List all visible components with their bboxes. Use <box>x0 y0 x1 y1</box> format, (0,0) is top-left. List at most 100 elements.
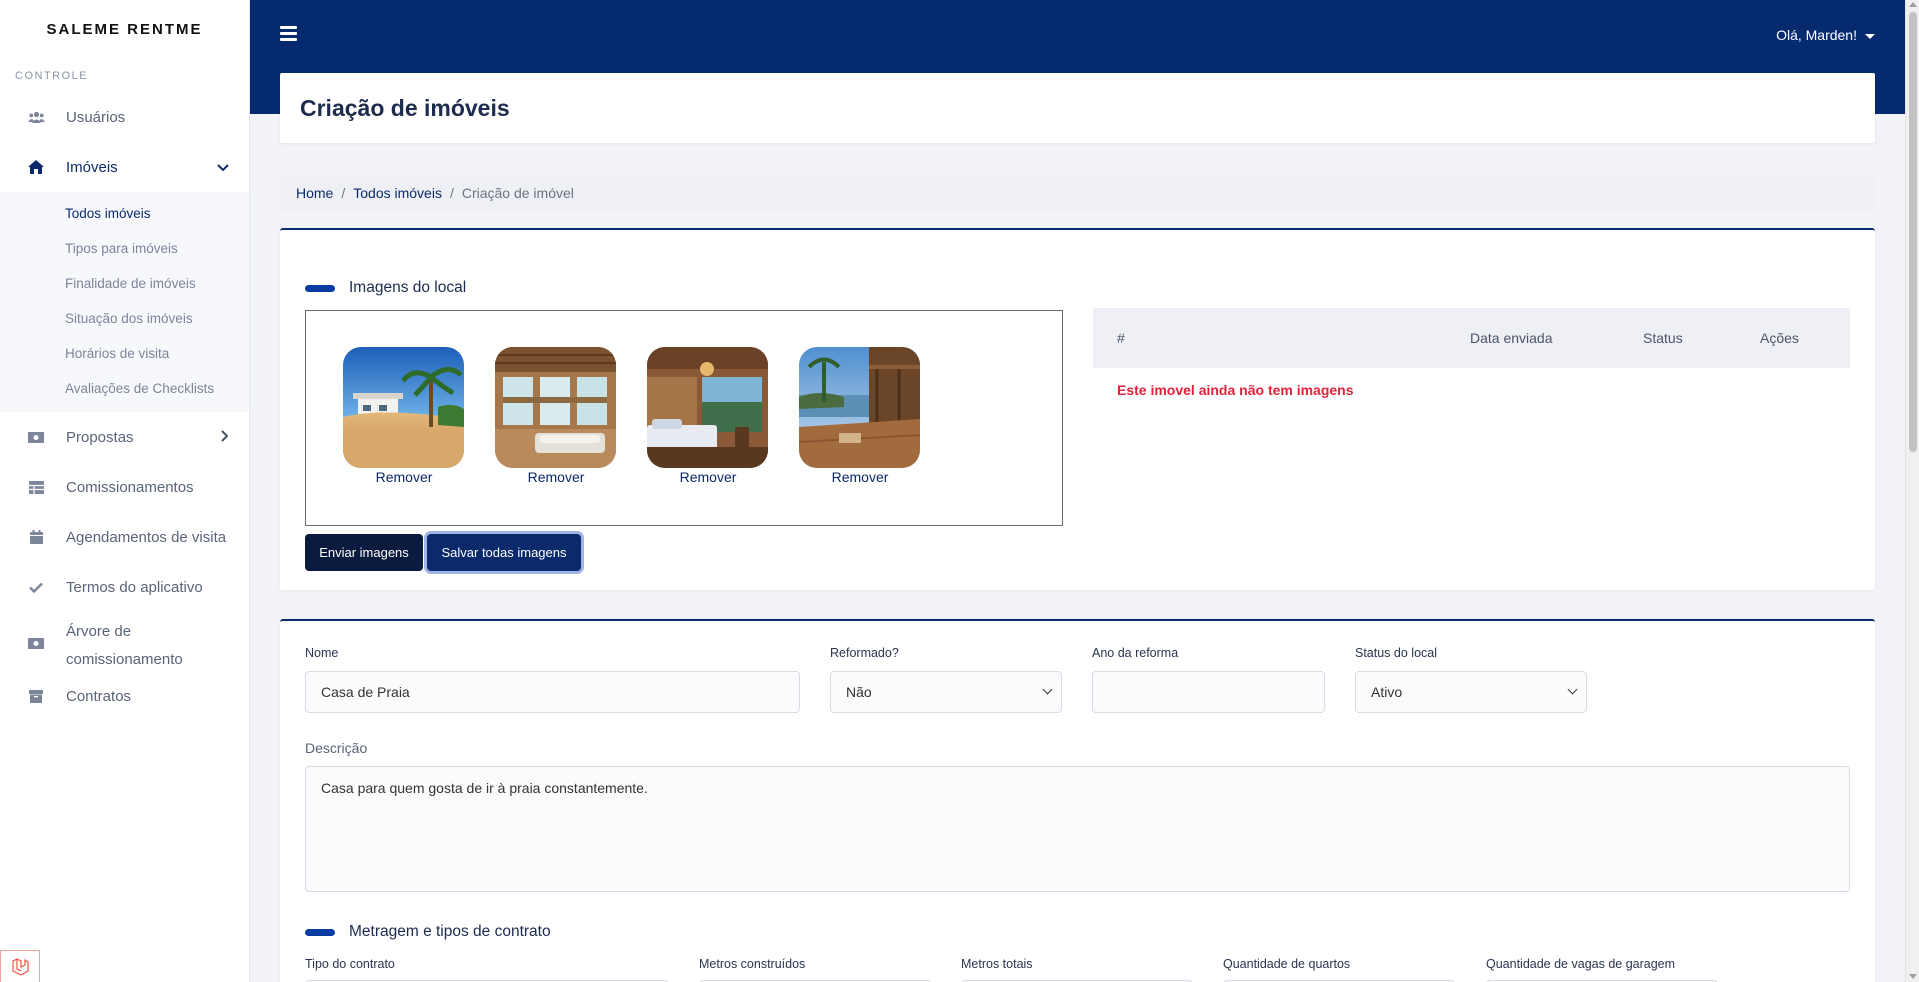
breadcrumb-todos-imoveis[interactable]: Todos imóveis <box>353 185 442 201</box>
veranda-image <box>495 347 616 468</box>
nome-input[interactable]: Casa de Praia <box>305 671 800 713</box>
scroll-down-arrow-icon[interactable] <box>1909 974 1917 979</box>
breadcrumb-home[interactable]: Home <box>296 185 333 201</box>
users-icon <box>27 108 45 126</box>
user-greeting: Olá, Marden! <box>1776 27 1857 43</box>
money-icon <box>27 428 45 446</box>
image-thumbnail: Remover <box>343 347 465 485</box>
table-header-row: # Data enviada Status Ações <box>1093 308 1850 368</box>
remove-image-link[interactable]: Remover <box>343 469 465 485</box>
calendar-icon <box>27 528 45 546</box>
images-card: Imagens do local Remover Remover Remover… <box>280 228 1875 590</box>
image-thumbnail: Remover <box>799 347 921 485</box>
image-dropzone[interactable]: Remover Remover Remover Remover <box>305 310 1063 526</box>
nome-label: Nome <box>305 646 339 660</box>
status-local-value: Ativo <box>1371 684 1403 700</box>
subnav-horarios[interactable]: Horários de visita <box>0 336 249 371</box>
metragem-section-label: Metragem e tipos de contrato <box>349 923 551 940</box>
vagas-label: Quantidade de vagas de garagem <box>1486 957 1676 971</box>
brand-logo[interactable]: SALEME RENTME <box>0 0 249 58</box>
image-thumbnail: Remover <box>647 347 769 485</box>
table-header-actions: Ações <box>1760 330 1799 346</box>
breadcrumb-separator: / <box>449 185 454 201</box>
sidebar-item-termos[interactable]: Termos do aplicativo <box>0 562 249 612</box>
sidebar-item-label: Comissionamentos <box>66 478 194 496</box>
image-thumbnail: Remover <box>495 347 617 485</box>
descricao-textarea[interactable]: Casa para quem gosta de ir à praia const… <box>305 766 1850 892</box>
subnav-situacao[interactable]: Situação dos imóveis <box>0 301 249 336</box>
property-form-card: Nome Casa de Praia Reformado? Não Ano da… <box>280 619 1875 982</box>
sidebar-item-imoveis[interactable]: Imóveis <box>0 142 249 192</box>
sidebar-item-usuarios[interactable]: Usuários <box>0 92 249 142</box>
sidebar-item-propostas[interactable]: Propostas <box>0 412 249 462</box>
remove-image-link[interactable]: Remover <box>647 469 769 485</box>
status-local-label: Status do local <box>1355 646 1437 660</box>
tipo-contrato-label: Tipo do contrato <box>305 957 395 971</box>
ano-reforma-label: Ano da reforma <box>1092 646 1179 660</box>
sidebar-item-contratos[interactable]: Contratos <box>0 676 249 716</box>
page-scrollbar[interactable] <box>1905 0 1919 982</box>
deck-image <box>799 347 920 468</box>
money-icon <box>27 634 45 652</box>
section-pill <box>305 928 335 936</box>
table-header-date: Data enviada <box>1470 330 1553 346</box>
reformado-select[interactable]: Não <box>830 671 1062 713</box>
table-header-hash: # <box>1117 330 1125 346</box>
sidebar-item-label: Contratos <box>66 687 132 705</box>
remove-image-link[interactable]: Remover <box>495 469 617 485</box>
empty-images-message: Este imovel ainda não tem imagens <box>1117 382 1354 398</box>
caret-down-icon <box>1865 33 1875 39</box>
remove-image-link[interactable]: Remover <box>799 469 921 485</box>
sidebar-item-label: Usuários <box>66 108 126 126</box>
status-local-select[interactable]: Ativo <box>1355 671 1587 713</box>
ano-reforma-input[interactable] <box>1092 671 1325 713</box>
laravel-debug-icon[interactable] <box>0 950 40 982</box>
bedroom-image <box>647 347 768 468</box>
sidebar-item-label: Termos do aplicativo <box>66 578 203 596</box>
sidebar-item-comissionamentos[interactable]: Comissionamentos <box>0 462 249 512</box>
sidebar-item-label: Árvore de comissionamento <box>66 623 183 668</box>
breadcrumb: Home / Todos imóveis / Criação de imóvel <box>280 175 1875 211</box>
table-header-status: Status <box>1643 330 1683 346</box>
scrollbar-thumb[interactable] <box>1909 12 1917 452</box>
sidebar-item-agendamentos[interactable]: Agendamentos de visita <box>0 512 249 562</box>
page-title: Criação de imóveis <box>300 95 510 121</box>
page-header: Criação de imóveis <box>280 73 1875 143</box>
subnav-tipos-imoveis[interactable]: Tipos para imóveis <box>0 231 249 266</box>
sidebar-item-label: Agendamentos de visita <box>66 528 227 546</box>
check-icon <box>27 578 45 596</box>
metros-construidos-label: Metros construídos <box>699 957 806 971</box>
imoveis-submenu: Todos imóveis Tipos para imóveis Finalid… <box>0 192 249 412</box>
metros-totais-label: Metros totais <box>961 957 1033 971</box>
chevron-down-icon <box>1042 684 1053 695</box>
reformado-label: Reformado? <box>830 646 899 660</box>
archive-icon <box>27 687 45 705</box>
send-images-button[interactable]: Enviar imagens <box>305 534 423 571</box>
sidebar: SALEME RENTME CONTROLE Usuários Imóveis … <box>0 0 250 982</box>
subnav-avaliacoes[interactable]: Avaliações de Checklists <box>0 371 249 406</box>
save-all-images-button[interactable]: Salvar todas imagens <box>427 534 581 571</box>
metragem-section-title: Metragem e tipos de contrato <box>305 923 551 941</box>
quartos-label: Quantidade de quartos <box>1223 957 1351 971</box>
sidebar-item-arvore[interactable]: Árvore de comissionamento <box>0 612 249 676</box>
sidebar-item-label: Propostas <box>66 428 134 446</box>
chevron-down-icon <box>217 159 229 175</box>
table-icon <box>27 478 45 496</box>
reformado-value: Não <box>846 684 872 700</box>
subnav-finalidade[interactable]: Finalidade de imóveis <box>0 266 249 301</box>
chevron-down-icon <box>1567 684 1578 695</box>
subnav-todos-imoveis[interactable]: Todos imóveis <box>0 196 249 231</box>
chevron-right-icon <box>221 429 229 445</box>
menu-toggle-icon[interactable] <box>280 26 297 44</box>
sidebar-item-label: Imóveis <box>66 158 118 176</box>
descricao-label: Descrição <box>305 740 368 756</box>
images-table: # Data enviada Status Ações Este imovel … <box>1093 308 1850 398</box>
images-section-label: Imagens do local <box>349 279 467 296</box>
scroll-up-arrow-icon[interactable] <box>1909 2 1917 7</box>
section-label: CONTROLE <box>15 70 89 82</box>
beach-house-image <box>343 347 464 468</box>
home-icon <box>27 158 45 176</box>
breadcrumb-separator: / <box>341 185 346 201</box>
breadcrumb-current: Criação de imóvel <box>461 185 574 201</box>
user-menu[interactable]: Olá, Marden! <box>1776 27 1875 43</box>
